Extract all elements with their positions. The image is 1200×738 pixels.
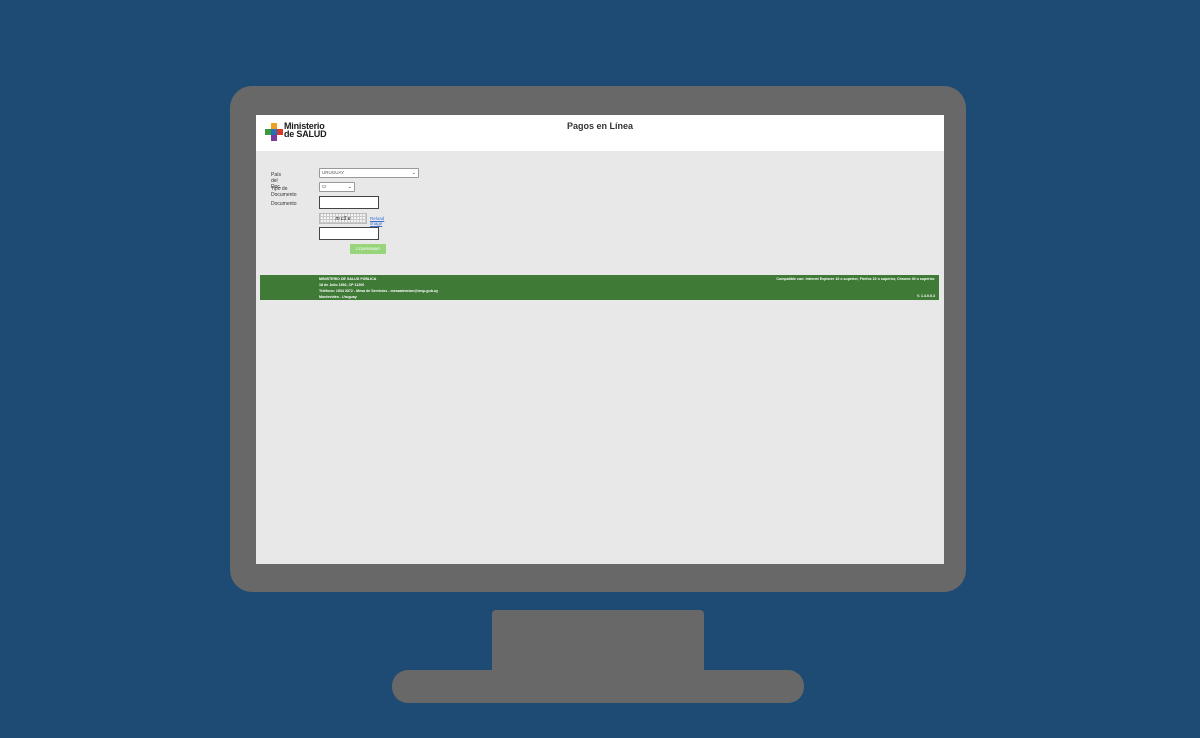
reload-image-link[interactable]: Reload image	[370, 216, 384, 226]
monitor-frame: Ministerio de SALUD Pagos en Línea País …	[230, 86, 966, 592]
pais-select-value: URUGUAY	[322, 170, 345, 175]
footer-line4: Montevideo - Uruguay	[319, 295, 357, 299]
tipo-select-value: CI	[322, 184, 327, 189]
footer-compatibility: Compatible con: Internet Explorer 10 o s…	[776, 277, 935, 281]
confirm-button[interactable]: CONFIRMAR	[350, 244, 386, 254]
captcha-image: m c3 e	[319, 213, 367, 224]
footer-contact: MINISTERIO DE SALUD PÚBLICA 18 de Julio …	[319, 276, 438, 300]
tipo-label: Tipo de Documento	[271, 186, 297, 198]
monitor-base	[392, 670, 804, 703]
documento-input[interactable]	[319, 196, 379, 209]
page-footer: MINISTERIO DE SALUD PÚBLICA 18 de Julio …	[260, 275, 939, 300]
logo-line2: de SALUD	[284, 129, 327, 139]
captcha-input[interactable]	[319, 227, 379, 240]
chevron-down-icon: ⌄	[347, 184, 352, 190]
pais-select[interactable]: URUGUAY ⌄	[319, 168, 419, 178]
monitor-neck	[492, 610, 704, 670]
tipo-select[interactable]: CI ⌄	[319, 182, 355, 192]
page-title: Pagos en Línea	[566, 121, 634, 131]
documento-label: Documento	[271, 201, 297, 207]
chevron-down-icon: ⌄	[411, 170, 416, 176]
page-header: Ministerio de SALUD Pagos en Línea	[256, 115, 944, 151]
footer-version: V. 1.4.0.0.3	[916, 294, 935, 298]
browser-screen: Ministerio de SALUD Pagos en Línea País …	[256, 115, 944, 564]
